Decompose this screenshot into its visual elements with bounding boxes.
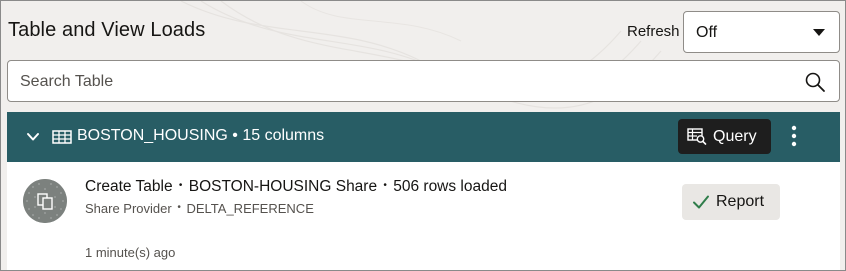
refresh-select[interactable]: Off bbox=[683, 11, 840, 53]
table-view-loads-panel: Table and View Loads Refresh Off BOSTON_… bbox=[0, 0, 846, 271]
load-item: Create Table • BOSTON-HOUSING Share • 50… bbox=[7, 162, 840, 270]
item-reference: DELTA_REFERENCE bbox=[186, 201, 314, 216]
item-timestamp: 1 minute(s) ago bbox=[85, 245, 176, 260]
item-rows: 506 rows loaded bbox=[393, 178, 507, 195]
kebab-menu-icon[interactable] bbox=[791, 125, 797, 147]
section-title: BOSTON_HOUSING • 15 columns bbox=[77, 127, 325, 144]
separator-dot: • bbox=[177, 202, 181, 213]
panel-header: Table and View Loads Refresh Off bbox=[1, 1, 845, 112]
table-icon bbox=[52, 130, 72, 144]
share-avatar bbox=[23, 179, 67, 223]
chevron-down-icon[interactable] bbox=[25, 129, 41, 145]
item-title: Create Table • BOSTON-HOUSING Share • 50… bbox=[85, 178, 507, 196]
separator-dot: • bbox=[383, 180, 387, 191]
search-input[interactable] bbox=[20, 71, 780, 93]
refresh-label: Refresh bbox=[627, 23, 680, 40]
refresh-select-value: Off bbox=[696, 24, 718, 41]
query-button-label: Query bbox=[713, 128, 757, 145]
share-avatar-icon bbox=[23, 179, 67, 223]
item-provider: Share Provider bbox=[85, 201, 172, 216]
separator-dot: • bbox=[178, 180, 183, 191]
report-button-label: Report bbox=[716, 193, 765, 210]
search-box bbox=[7, 60, 840, 102]
report-button[interactable]: Report bbox=[682, 184, 780, 220]
table-section-header: BOSTON_HOUSING • 15 columns Query bbox=[7, 112, 840, 162]
caret-down-icon bbox=[813, 29, 825, 36]
check-icon bbox=[693, 195, 709, 209]
page-title: Table and View Loads bbox=[8, 19, 206, 41]
query-icon bbox=[687, 128, 707, 145]
query-button[interactable]: Query bbox=[678, 119, 771, 154]
item-action: Create Table bbox=[85, 178, 173, 195]
search-icon[interactable] bbox=[804, 71, 826, 93]
item-share: BOSTON-HOUSING Share bbox=[188, 178, 378, 195]
item-subtitle: Share Provider • DELTA_REFERENCE bbox=[85, 201, 314, 216]
